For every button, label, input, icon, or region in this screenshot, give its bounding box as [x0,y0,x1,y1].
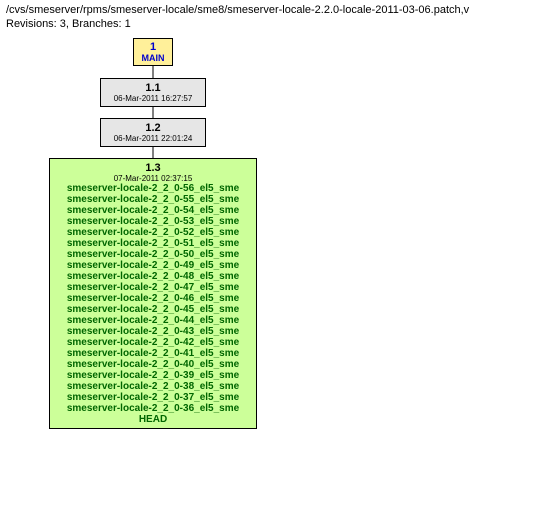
revision-tag: smeserver-locale-2_2_0-49_el5_sme [56,260,250,271]
revision-title: 1.2 [107,122,199,134]
revision-tag: smeserver-locale-2_2_0-41_el5_sme [56,348,250,359]
revision-1-1[interactable]: 1.1 06-Mar-2011 16:27:57 [100,78,206,107]
revision-tag: smeserver-locale-2_2_0-37_el5_sme [56,392,250,403]
revision-tag: HEAD [56,414,250,425]
revision-1-2[interactable]: 1.2 06-Mar-2011 22:01:24 [100,118,206,147]
revision-tag: smeserver-locale-2_2_0-53_el5_sme [56,216,250,227]
revision-title: 1.1 [107,82,199,94]
revision-tag: smeserver-locale-2_2_0-50_el5_sme [56,249,250,260]
file-path: /cvs/smeserver/rpms/smeserver-locale/sme… [6,4,554,16]
revision-date: 06-Mar-2011 22:01:24 [107,134,199,143]
revision-tag: smeserver-locale-2_2_0-54_el5_sme [56,205,250,216]
revision-date: 07-Mar-2011 02:37:15 [56,174,250,183]
revision-tag: smeserver-locale-2_2_0-56_el5_sme [56,183,250,194]
revision-1-3-head[interactable]: 1.3 07-Mar-2011 02:37:15 smeserver-local… [49,158,257,429]
revision-tag: smeserver-locale-2_2_0-51_el5_sme [56,238,250,249]
revision-tag: smeserver-locale-2_2_0-52_el5_sme [56,227,250,238]
branch-label: MAIN [140,53,166,63]
revision-tag: smeserver-locale-2_2_0-36_el5_sme [56,403,250,414]
revision-tag: smeserver-locale-2_2_0-46_el5_sme [56,293,250,304]
revision-title: 1.3 [56,162,250,174]
revision-date: 06-Mar-2011 16:27:57 [107,94,199,103]
revision-tag: smeserver-locale-2_2_0-38_el5_sme [56,381,250,392]
revision-tree: 1 MAIN 1.1 06-Mar-2011 16:27:57 1.2 06-M… [0,34,560,519]
revision-tag: smeserver-locale-2_2_0-40_el5_sme [56,359,250,370]
revision-tag: smeserver-locale-2_2_0-48_el5_sme [56,271,250,282]
revision-tag: smeserver-locale-2_2_0-43_el5_sme [56,326,250,337]
revision-tag: smeserver-locale-2_2_0-45_el5_sme [56,304,250,315]
revision-tag: smeserver-locale-2_2_0-42_el5_sme [56,337,250,348]
revision-tag: smeserver-locale-2_2_0-55_el5_sme [56,194,250,205]
branch-main[interactable]: 1 MAIN [133,38,173,66]
branch-num: 1 [140,41,166,53]
revision-tag: smeserver-locale-2_2_0-47_el5_sme [56,282,250,293]
revision-meta: Revisions: 3, Branches: 1 [6,18,554,30]
revision-tag: smeserver-locale-2_2_0-39_el5_sme [56,370,250,381]
revision-tag: smeserver-locale-2_2_0-44_el5_sme [56,315,250,326]
header: /cvs/smeserver/rpms/smeserver-locale/sme… [0,0,560,34]
